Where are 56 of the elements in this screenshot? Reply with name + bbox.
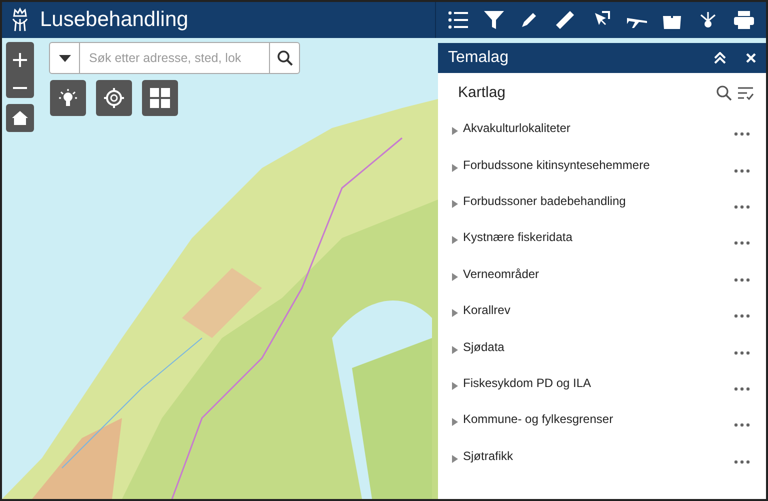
more-icon[interactable] [734, 132, 750, 136]
search-icon [276, 50, 292, 66]
grid-icon [150, 88, 170, 108]
expand-icon[interactable] [452, 200, 458, 208]
more-icon[interactable] [734, 241, 750, 246]
caret-icon [58, 54, 70, 62]
search-field[interactable]: Søk etter adresse, sted, lok [80, 42, 269, 74]
basemap-button[interactable] [142, 80, 178, 116]
panel-title: Temalag [448, 48, 508, 68]
crown-logo-icon [10, 7, 30, 33]
layer-name[interactable]: Kystnære fiskeridata [463, 228, 572, 246]
close-icon[interactable] [746, 53, 756, 63]
expand-icon[interactable] [452, 309, 458, 318]
more-icon[interactable] [734, 314, 750, 318]
expand-icon[interactable] [452, 418, 458, 426]
section-title: Kartlag [458, 82, 506, 103]
lightbulb-button[interactable] [50, 80, 86, 116]
ruler-icon[interactable] [554, 9, 576, 31]
layer-name[interactable]: Verneområder [463, 264, 540, 283]
print-icon[interactable] [733, 9, 755, 31]
more-icon[interactable] [734, 350, 750, 355]
more-icon[interactable] [734, 460, 750, 464]
more-icon[interactable] [734, 423, 750, 428]
filter-list-icon[interactable] [737, 86, 754, 100]
collapse-icon[interactable] [714, 52, 726, 64]
home-button[interactable] [6, 104, 34, 132]
list-icon[interactable] [446, 9, 469, 31]
layer-name[interactable]: Sjøtrafikk [463, 446, 514, 465]
dropdown-button[interactable] [49, 42, 80, 74]
more-icon[interactable] [734, 386, 750, 391]
expand-icon[interactable] [452, 164, 458, 172]
app-title: Lusebehandling [40, 7, 188, 34]
expand-icon[interactable] [452, 272, 458, 281]
expand-icon[interactable] [452, 382, 458, 390]
filter-icon[interactable] [482, 9, 505, 31]
more-icon[interactable] [734, 278, 750, 282]
layer-name[interactable]: Kommune- og fylkesgrenser [463, 410, 614, 428]
layer-name[interactable]: Korallrev [463, 301, 510, 320]
expand-icon[interactable] [452, 127, 458, 136]
layer-name[interactable]: Forbudssoner badebehandling [463, 192, 626, 210]
lightbulb-icon [58, 88, 78, 108]
home-icon [11, 110, 29, 126]
search-icon[interactable] [716, 85, 732, 101]
target-icon [103, 87, 125, 109]
expand-icon[interactable] [452, 346, 458, 354]
zoom-in-icon[interactable] [12, 52, 28, 68]
more-icon[interactable] [734, 168, 750, 173]
more-icon[interactable] [734, 204, 750, 209]
locate-button[interactable] [96, 80, 132, 116]
layer-name[interactable]: Forbudssone kitinsyntesehemmere [463, 156, 650, 174]
layer-name[interactable]: Akvakulturlokaliteter [463, 119, 570, 138]
expand-icon[interactable] [452, 236, 458, 244]
expand-icon[interactable] [452, 454, 458, 463]
layer-name[interactable]: Sjødata [463, 338, 504, 356]
layer-name[interactable]: Fiskesykdom PD og ILA [463, 374, 592, 392]
search-button[interactable] [269, 42, 300, 74]
